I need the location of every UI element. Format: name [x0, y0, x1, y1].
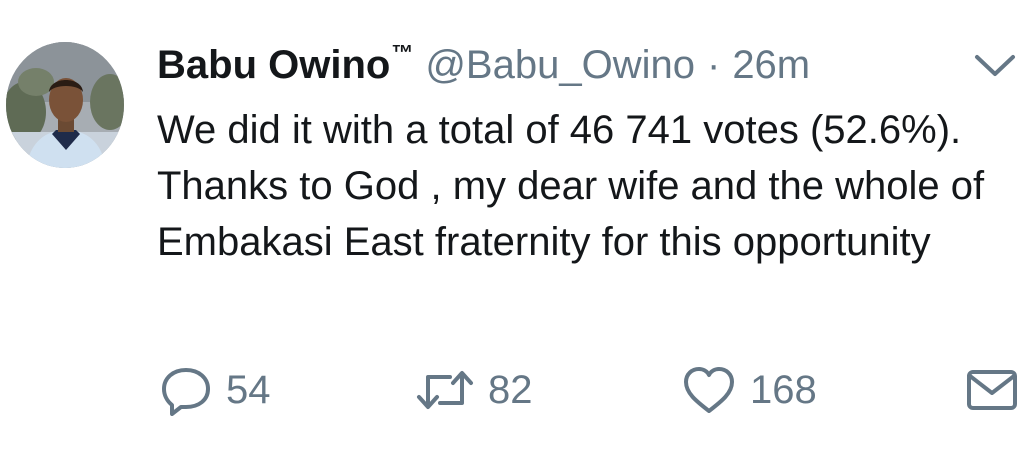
separator-dot: ·: [706, 42, 721, 87]
avatar[interactable]: [6, 42, 124, 168]
heart-icon: [684, 367, 734, 413]
direct-message-button[interactable]: [966, 362, 1018, 418]
author-handle[interactable]: @Babu_Owino: [425, 43, 695, 88]
reply-icon: [162, 368, 210, 416]
tweet-timestamp[interactable]: 26m: [732, 43, 810, 88]
tweet-text: We did it with a total of 46 741 votes (…: [157, 108, 985, 264]
trademark-symbol: ™: [391, 40, 414, 65]
retweet-button[interactable]: 82: [416, 362, 533, 418]
retweet-count: 82: [488, 367, 533, 412]
avatar-photo: [6, 42, 124, 168]
envelope-icon: [967, 370, 1017, 410]
author-name[interactable]: Babu Owino: [157, 43, 390, 88]
reply-count: 54: [226, 367, 271, 412]
chevron-down-icon: [975, 55, 1015, 76]
reply-button[interactable]: 54: [160, 362, 271, 418]
tweet-actions: 54 82 168: [160, 362, 1020, 418]
tweet[interactable]: Babu Owino ™ @Babu_Owino · 26m We did it …: [0, 0, 1027, 466]
like-count: 168: [750, 367, 817, 412]
more-options-button[interactable]: [972, 50, 1018, 80]
retweet-icon: [417, 371, 473, 409]
tweet-header: Babu Owino ™ @Babu_Owino · 26m: [157, 40, 810, 90]
like-button[interactable]: 168: [682, 362, 817, 418]
